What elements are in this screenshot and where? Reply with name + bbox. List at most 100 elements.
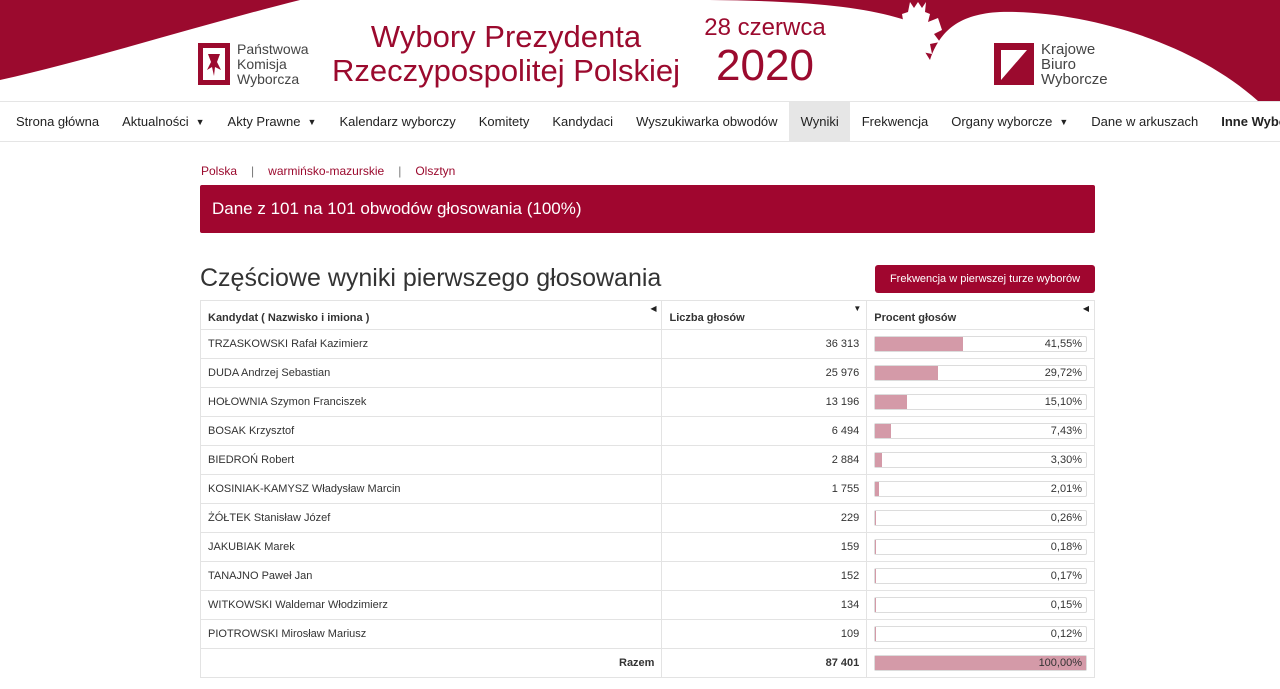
nav-item-label: Akty Prawne (227, 114, 301, 129)
percent-bar-fill (875, 482, 880, 496)
nav-item-label: Frekwencja (861, 114, 929, 129)
percent-bar-fill (875, 424, 891, 438)
election-date-year: 2020 (716, 41, 814, 90)
nav-item-news[interactable]: Aktualności ▼ (111, 102, 216, 141)
caret-down-icon: ▼ (1059, 116, 1069, 127)
breadcrumb-voivodeship[interactable]: warmińsko-mazurskie (268, 164, 384, 178)
nav-item-legal-acts[interactable]: Akty Prawne ▼ (216, 102, 328, 141)
nav-item-turnout[interactable]: Frekwencja (850, 102, 939, 141)
percent-bar-fill (875, 337, 963, 351)
pkw-emblem-icon (198, 43, 230, 85)
percent-value: 3,30% (1050, 454, 1082, 466)
percent-cell: 2,01% (866, 474, 1095, 504)
pkw-line-1: Państwowa (237, 41, 309, 57)
kbw-line-1: Krajowe (1041, 41, 1096, 58)
nav-item-home[interactable]: Strona główna (0, 102, 111, 141)
nav-item-label: Komitety (478, 114, 530, 129)
nav-item-label: Kandydaci (552, 114, 614, 129)
kbw-line-2: Biuro (1041, 56, 1077, 73)
percent-cell: 7,43% (866, 416, 1095, 446)
column-header-percent[interactable]: Procent głosów ◀ (866, 300, 1095, 330)
percent-bar: 15,10% (874, 394, 1087, 410)
vote-count: 36 313 (661, 329, 868, 359)
percent-bar: 41,55% (874, 336, 1087, 352)
turnout-first-round-button[interactable]: Frekwencja w pierwszej turze wyborów (875, 265, 1095, 293)
caret-down-icon: ▼ (195, 116, 205, 127)
vote-count: 1 755 (661, 474, 868, 504)
pkw-line-2: Komisja (237, 56, 287, 72)
percent-cell: 0,18% (866, 532, 1095, 562)
percent-value: 0,15% (1050, 599, 1082, 611)
percent-bar: 0,15% (874, 597, 1087, 613)
percent-cell: 3,30% (866, 445, 1095, 475)
percent-value: 7,43% (1050, 425, 1082, 437)
vote-count: 2 884 (661, 445, 868, 475)
kbw-line-3: Wyborcze (1041, 71, 1108, 88)
table-total-row: Razem 87 401 100,00% (199, 648, 1095, 678)
percent-cell: 0,17% (866, 561, 1095, 591)
percent-value: 0,26% (1050, 512, 1082, 524)
table-row: KOSINIAK-KAMYSZ Władysław Marcin 1 755 2,0… (199, 474, 1095, 504)
table-row: WITKOWSKI Waldemar Włodzimierz 134 0,15% (199, 590, 1095, 620)
table-row: TRZASKOWSKI Rafał Kazimierz 36 313 41,55% (199, 329, 1095, 359)
breadcrumb-city[interactable]: Olsztyn (415, 164, 455, 178)
sort-icon: ◀ (650, 304, 657, 313)
vote-count: 109 (661, 619, 868, 649)
nav-item-label: Aktualności (122, 114, 189, 129)
breadcrumb-separator: | (398, 164, 402, 178)
vote-count: 229 (661, 503, 868, 533)
data-coverage-banner: Dane z 101 na 101 obwodów głosowania (10… (200, 185, 1095, 233)
nav-item-label: Kalendarz wyborczy (339, 114, 456, 129)
nav-item-label: Organy wyborcze (951, 114, 1053, 129)
percent-cell: 29,72% (866, 358, 1095, 388)
pkw-logo-text: Państwowa Komisja Wyborcza (237, 42, 309, 87)
election-date: 28 czerwca 2020 (700, 14, 830, 90)
vote-count: 13 196 (661, 387, 868, 417)
sort-icon: ▼ (853, 304, 862, 313)
nav-item-results[interactable]: Wyniki (789, 102, 851, 141)
nav-item-candidates[interactable]: Kandydaci (541, 102, 625, 141)
column-header-candidate[interactable]: Kandydat ( Nazwisko i imiona ) ◀ (199, 300, 663, 330)
breadcrumb-country[interactable]: Polska (201, 164, 237, 178)
pkw-line-3: Wyborcza (237, 71, 300, 87)
total-votes: 87 401 (661, 648, 868, 678)
percent-cell: 0,12% (866, 619, 1095, 649)
election-title-line-2: Rzeczypospolitej Polskiej (331, 53, 681, 88)
table-row: PIOTROWSKI Mirosław Mariusz 109 0,12% (199, 619, 1095, 649)
column-header-votes[interactable]: Liczba głosów ▼ (661, 300, 868, 330)
candidate-name: BOSAK Krzysztof (199, 416, 663, 446)
table-row: HOŁOWNIA Szymon Franciszek 13 196 15,10% (199, 387, 1095, 417)
nav-item-district-search[interactable]: Wyszukiwarka obwodów (625, 102, 790, 141)
percent-bar-fill (875, 366, 938, 380)
nav-item-label: Wyszukiwarka obwodów (636, 114, 778, 129)
percent-value: 15,10% (1044, 396, 1082, 408)
nav-item-label: Dane w arkuszach (1091, 114, 1199, 129)
candidate-name: PIOTROWSKI Mirosław Mariusz (199, 619, 663, 649)
table-header-row: Kandydat ( Nazwisko i imiona ) ◀ Liczba g… (199, 300, 1095, 330)
percent-bar: 100,00% (874, 655, 1087, 671)
nav-item-election-bodies[interactable]: Organy wyborcze ▼ (940, 102, 1080, 141)
candidate-name: KOSINIAK-KAMYSZ Władysław Marcin (199, 474, 663, 504)
percent-bar-fill (875, 395, 908, 409)
vote-count: 134 (661, 590, 868, 620)
candidate-name: DUDA Andrzej Sebastian (199, 358, 663, 388)
pkw-logo[interactable]: Państwowa Komisja Wyborcza (197, 42, 309, 87)
percent-bar: 0,18% (874, 539, 1087, 555)
election-title-line-1: Wybory Prezydenta (370, 19, 642, 54)
nav-item-spreadsheet-data[interactable]: Dane w arkuszach (1080, 102, 1210, 141)
nav-item-calendar[interactable]: Kalendarz wyborczy (328, 102, 467, 141)
sort-icon: ◀ (1082, 304, 1089, 313)
percent-bar: 0,26% (874, 510, 1087, 526)
vote-count: 6 494 (661, 416, 868, 446)
caret-down-icon: ▼ (307, 116, 317, 127)
white-eagle-icon (886, 2, 942, 84)
kbw-logo-text: Krajowe Biuro Wyborcze (1041, 42, 1108, 87)
election-date-day: 28 czerwca (704, 14, 826, 41)
nav-item-committees[interactable]: Komitety (467, 102, 541, 141)
table-row: TANAJNO Paweł Jan 152 0,17% (199, 561, 1095, 591)
percent-cell: 15,10% (866, 387, 1095, 417)
nav-item-other-elections[interactable]: Inne Wybory (1210, 102, 1280, 141)
candidate-name: BIEDROŃ Robert (199, 445, 663, 475)
breadcrumb: Polska | warmińsko-mazurskie | Olsztyn (201, 164, 455, 178)
kbw-logo[interactable]: Krajowe Biuro Wyborcze (993, 42, 1108, 87)
